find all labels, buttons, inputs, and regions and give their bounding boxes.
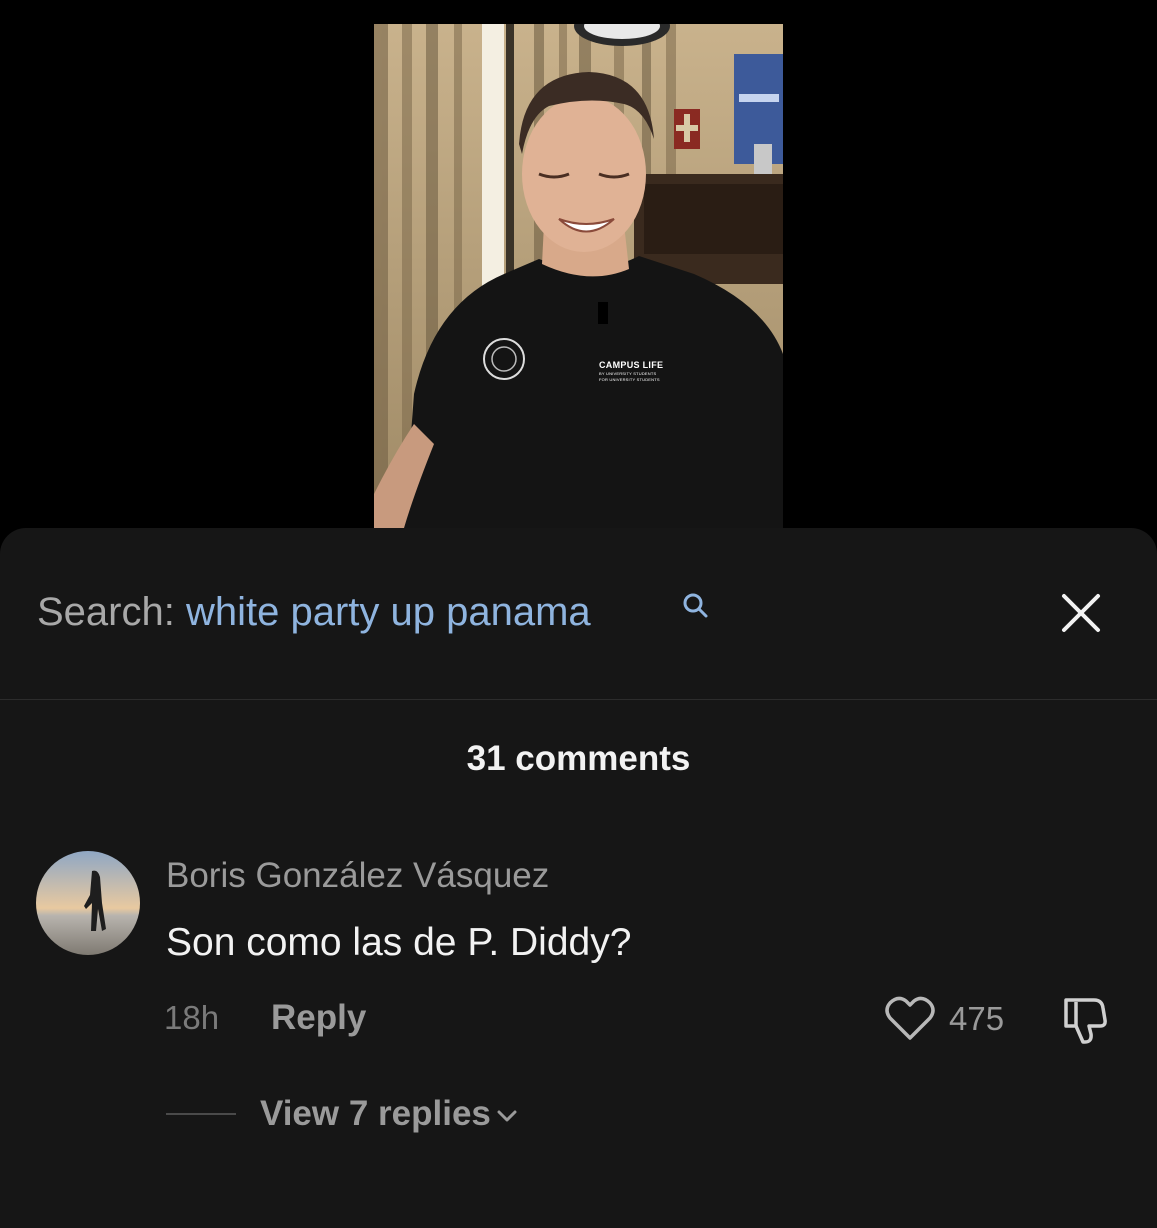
video-player[interactable]: CAMPUS LIFE BY UNIVERSITY STUDENTS FOR U…: [374, 24, 783, 528]
reply-button[interactable]: Reply: [271, 998, 366, 1038]
heart-icon[interactable]: [884, 994, 936, 1042]
video-frame-image: [374, 24, 783, 528]
search-label[interactable]: Search: white party up panama: [37, 590, 591, 635]
comment-author[interactable]: Boris González Vásquez: [166, 856, 549, 896]
like-count: 475: [949, 1000, 1005, 1037]
comment-timestamp: 18h: [164, 999, 220, 1036]
shirt-subtitle-1: BY UNIVERSITY STUDENTS: [599, 371, 657, 376]
avatar[interactable]: [36, 851, 140, 955]
comment-text: Son como las de P. Diddy?: [166, 921, 632, 964]
chevron-down-icon: [497, 1110, 517, 1122]
view-replies-label: View 7 replies: [260, 1094, 491, 1133]
search-bar[interactable]: Search: white party up panama: [0, 528, 1157, 700]
search-prefix: Search:: [37, 590, 186, 634]
comments-count: 31 comments: [466, 739, 691, 778]
avatar-image: [36, 851, 140, 955]
shirt-print: CAMPUS LIFE BY UNIVERSITY STUDENTS FOR U…: [599, 360, 663, 382]
dislike-icon[interactable]: [1058, 992, 1112, 1046]
replies-divider: [166, 1113, 236, 1115]
shirt-subtitle-2: FOR UNIVERSITY STUDENTS: [599, 377, 660, 382]
comments-sheet: Search: white party up panama 31 comment…: [0, 528, 1157, 1228]
view-replies-button[interactable]: View 7 replies: [260, 1094, 519, 1134]
search-term[interactable]: white party up panama: [186, 590, 591, 634]
shirt-title: CAMPUS LIFE: [599, 360, 664, 370]
search-icon[interactable]: [681, 592, 711, 622]
close-icon[interactable]: [1058, 590, 1104, 636]
